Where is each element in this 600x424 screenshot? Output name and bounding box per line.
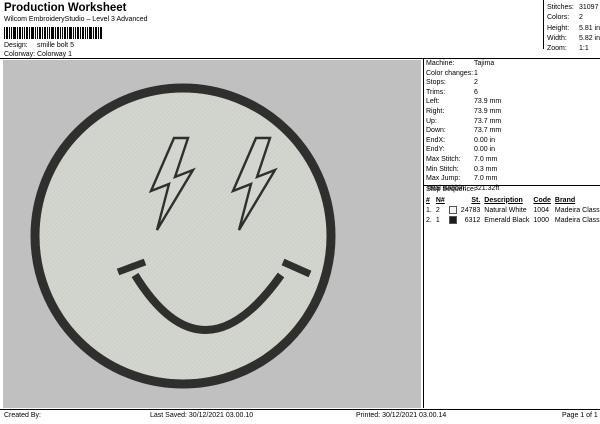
param-value: 73.7 mm: [474, 117, 502, 125]
design-preview: [3, 60, 421, 408]
colorway-name: Colorway 1: [37, 51, 73, 58]
last-saved: Last Saved: 30/12/2021 03.00.10: [150, 412, 254, 419]
param-label: Down:: [426, 127, 446, 135]
col-header: Description: [484, 196, 523, 204]
param-value: 73.7 mm: [474, 127, 502, 135]
stat-label: Colors:: [547, 14, 570, 22]
stat-value: 31097: [579, 4, 599, 11]
row-index: 1.: [426, 206, 432, 214]
page-number: Page 1 of 1: [562, 412, 598, 419]
stat-label: Stitches:: [547, 4, 574, 11]
param-label: Machine:: [426, 60, 455, 67]
stats-divider: [543, 0, 544, 49]
thread-description: Emerald Black: [484, 216, 530, 224]
design-label: Design:: [4, 42, 28, 49]
param-value: 7.0 mm: [474, 175, 498, 183]
row-index: 2.: [426, 216, 432, 224]
col-header: Code: [533, 196, 551, 204]
param-value: 0.00 in: [474, 146, 496, 154]
param-label: Trims:: [426, 88, 446, 96]
param-label: Color changes:: [426, 69, 474, 77]
color-swatch: [448, 216, 457, 224]
stitch-count: 24783: [460, 206, 481, 214]
stat-value: 5.82 in: [578, 34, 600, 42]
stat-value: 1:1: [579, 45, 589, 53]
footer-divider: [0, 409, 600, 410]
table-row: 1. 2 24783 Natural White 1004 Madeira Cl…: [424, 205, 600, 215]
created-by: Created By:: [4, 412, 41, 419]
param-label: Right:: [426, 107, 445, 115]
design-name: smille bolt 5: [37, 42, 74, 49]
stats-panel: Stitches: 31097 Colors: 2 Height: 5.81 in W…: [547, 3, 600, 54]
param-value: 0.3 mm: [474, 165, 498, 173]
param-value: 2: [474, 79, 478, 87]
col-header: St.: [471, 196, 481, 204]
stat-label: Height:: [547, 24, 570, 32]
param-label: Left:: [426, 98, 440, 106]
color-swatch: [448, 206, 457, 214]
param-value: 7.0 mm: [474, 155, 498, 163]
thread-description: Natural White: [484, 206, 527, 214]
thread-brand: Madeira Classic 40: [554, 206, 600, 214]
machine-parameters: Machine: Tajima Color changes: 1 Stops: 2 T…: [426, 59, 501, 193]
page-title: Production Worksheet: [4, 2, 127, 14]
col-header: N#: [435, 196, 445, 204]
needle-number: 2: [435, 206, 440, 214]
table-header-row: # N# St. Description Code Brand: [424, 195, 600, 205]
stitch-count: 6312: [464, 216, 481, 224]
param-value: Tajima: [474, 60, 495, 67]
col-header: Brand: [554, 196, 576, 204]
param-label: Max Jump:: [426, 175, 461, 183]
param-label: EndY:: [426, 146, 445, 154]
stat-value: 2: [579, 14, 583, 22]
header-divider: [0, 58, 600, 59]
needle-number: 1: [435, 216, 440, 224]
stop-sequence-table: # N# St. Description Code Brand 1. 2 247…: [424, 195, 600, 225]
param-value: 73.9 mm: [474, 98, 502, 106]
face-outline: [30, 83, 336, 389]
thread-code: 1000: [533, 216, 549, 224]
param-value: 1: [474, 69, 478, 77]
printed-date: Printed: 30/12/2021 03.00.14: [356, 412, 447, 419]
param-label: Max Stitch:: [426, 155, 461, 163]
table-row: 2. 1 6312 Emerald Black 1000 Madeira Cla…: [424, 215, 600, 225]
param-value: 0.00 in: [474, 136, 496, 144]
stop-sequence-title: Stop Sequence:: [426, 186, 476, 193]
barcode: [4, 27, 102, 39]
thread-brand: Madeira Classic 40: [554, 216, 600, 224]
software-subtitle: Wilcom EmbroideryStudio – Level 3 Advanc…: [4, 16, 148, 23]
smiley-bolt-design: [30, 83, 336, 389]
param-value: 73.9 mm: [474, 107, 502, 115]
param-label: Stops:: [426, 79, 446, 87]
param-value: 6: [474, 88, 478, 96]
col-header: #: [426, 196, 430, 204]
panel-divider: [423, 58, 424, 408]
thread-code: 1004: [533, 206, 549, 214]
param-label: Up:: [426, 117, 437, 125]
stat-value: 5.81 in: [578, 24, 600, 32]
param-label: EndX:: [426, 136, 446, 144]
stat-label: Zoom:: [547, 45, 567, 53]
colorway-label: Colorway:: [4, 51, 36, 58]
param-label: Min Stitch:: [426, 165, 459, 173]
stat-label: Width:: [547, 34, 567, 42]
